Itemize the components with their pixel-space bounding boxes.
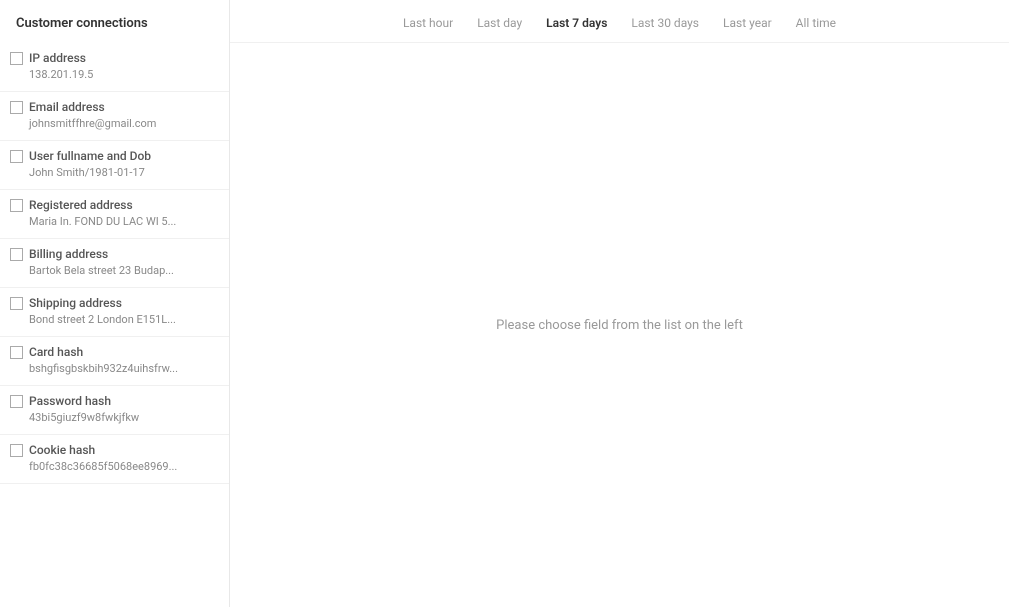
time-filter-all-time[interactable]: All time: [786, 12, 846, 34]
time-filter-last-7-days[interactable]: Last 7 days: [536, 12, 617, 34]
list-item-value: Bond street 2 London E151L...: [10, 313, 205, 332]
time-filter-last-year[interactable]: Last year: [713, 12, 782, 34]
main-content: Last hourLast dayLast 7 daysLast 30 days…: [230, 0, 1009, 607]
list-item-value: 138.201.19.5: [10, 68, 205, 87]
list-item[interactable]: Billing address Bartok Bela street 23 Bud…: [0, 239, 229, 288]
list-item-label: IP address: [29, 51, 86, 65]
checkbox-user-fullname-and-dob[interactable]: [10, 150, 23, 163]
list-item-label: Card hash: [29, 345, 83, 359]
empty-state-message: Please choose field from the list on the…: [496, 318, 743, 333]
list-item-value: fb0fc38c36685f5068ee8969...: [10, 460, 205, 479]
list-item-value: bshgfisgbskbih932z4uihsfrw...: [10, 362, 205, 381]
list-item-label: User fullname and Dob: [29, 149, 151, 163]
time-filter-last-30-days[interactable]: Last 30 days: [621, 12, 709, 34]
checkbox-email-address[interactable]: [10, 101, 23, 114]
time-filter-bar: Last hourLast dayLast 7 daysLast 30 days…: [230, 0, 1009, 43]
time-filter-last-hour[interactable]: Last hour: [393, 12, 463, 34]
list-item-label: Email address: [29, 100, 105, 114]
list-item-label: Cookie hash: [29, 443, 95, 457]
list-item-label: Registered address: [29, 198, 133, 212]
list-item[interactable]: Registered address Maria In. FOND DU LAC …: [0, 190, 229, 239]
list-item[interactable]: Shipping address Bond street 2 London E15…: [0, 288, 229, 337]
app-layout: Customer connections IP address 138.201.1…: [0, 0, 1009, 607]
list-item-value: 43bi5giuzf9w8fwkjfkw: [10, 411, 205, 430]
checkbox-ip-address[interactable]: [10, 52, 23, 65]
list-item-value: johnsmitffhre@gmail.com: [10, 117, 205, 136]
sidebar: Customer connections IP address 138.201.1…: [0, 0, 230, 607]
empty-state: Please choose field from the list on the…: [230, 43, 1009, 607]
time-filter-last-day[interactable]: Last day: [467, 12, 532, 34]
list-item-value: John Smith/1981-01-17: [10, 166, 205, 185]
sidebar-title: Customer connections: [0, 16, 229, 43]
list-item-value: Bartok Bela street 23 Budap...: [10, 264, 205, 283]
list-item[interactable]: IP address 138.201.19.5: [0, 43, 229, 92]
checkbox-password-hash[interactable]: [10, 395, 23, 408]
checkbox-cookie-hash[interactable]: [10, 444, 23, 457]
list-item[interactable]: Card hash bshgfisgbskbih932z4uihsfrw...: [0, 337, 229, 386]
list-item[interactable]: User fullname and Dob John Smith/1981-01-…: [0, 141, 229, 190]
list-item[interactable]: Cookie hash fb0fc38c36685f5068ee8969...: [0, 435, 229, 484]
checkbox-billing-address[interactable]: [10, 248, 23, 261]
checkbox-card-hash[interactable]: [10, 346, 23, 359]
list-item[interactable]: Email address johnsmitffhre@gmail.com: [0, 92, 229, 141]
list-item-label: Shipping address: [29, 296, 122, 310]
checkbox-shipping-address[interactable]: [10, 297, 23, 310]
list-item-value: Maria In. FOND DU LAC WI 5...: [10, 215, 205, 234]
list-item-label: Password hash: [29, 394, 111, 408]
checkbox-registered-address[interactable]: [10, 199, 23, 212]
list-item[interactable]: Password hash 43bi5giuzf9w8fwkjfkw: [0, 386, 229, 435]
list-item-label: Billing address: [29, 247, 108, 261]
